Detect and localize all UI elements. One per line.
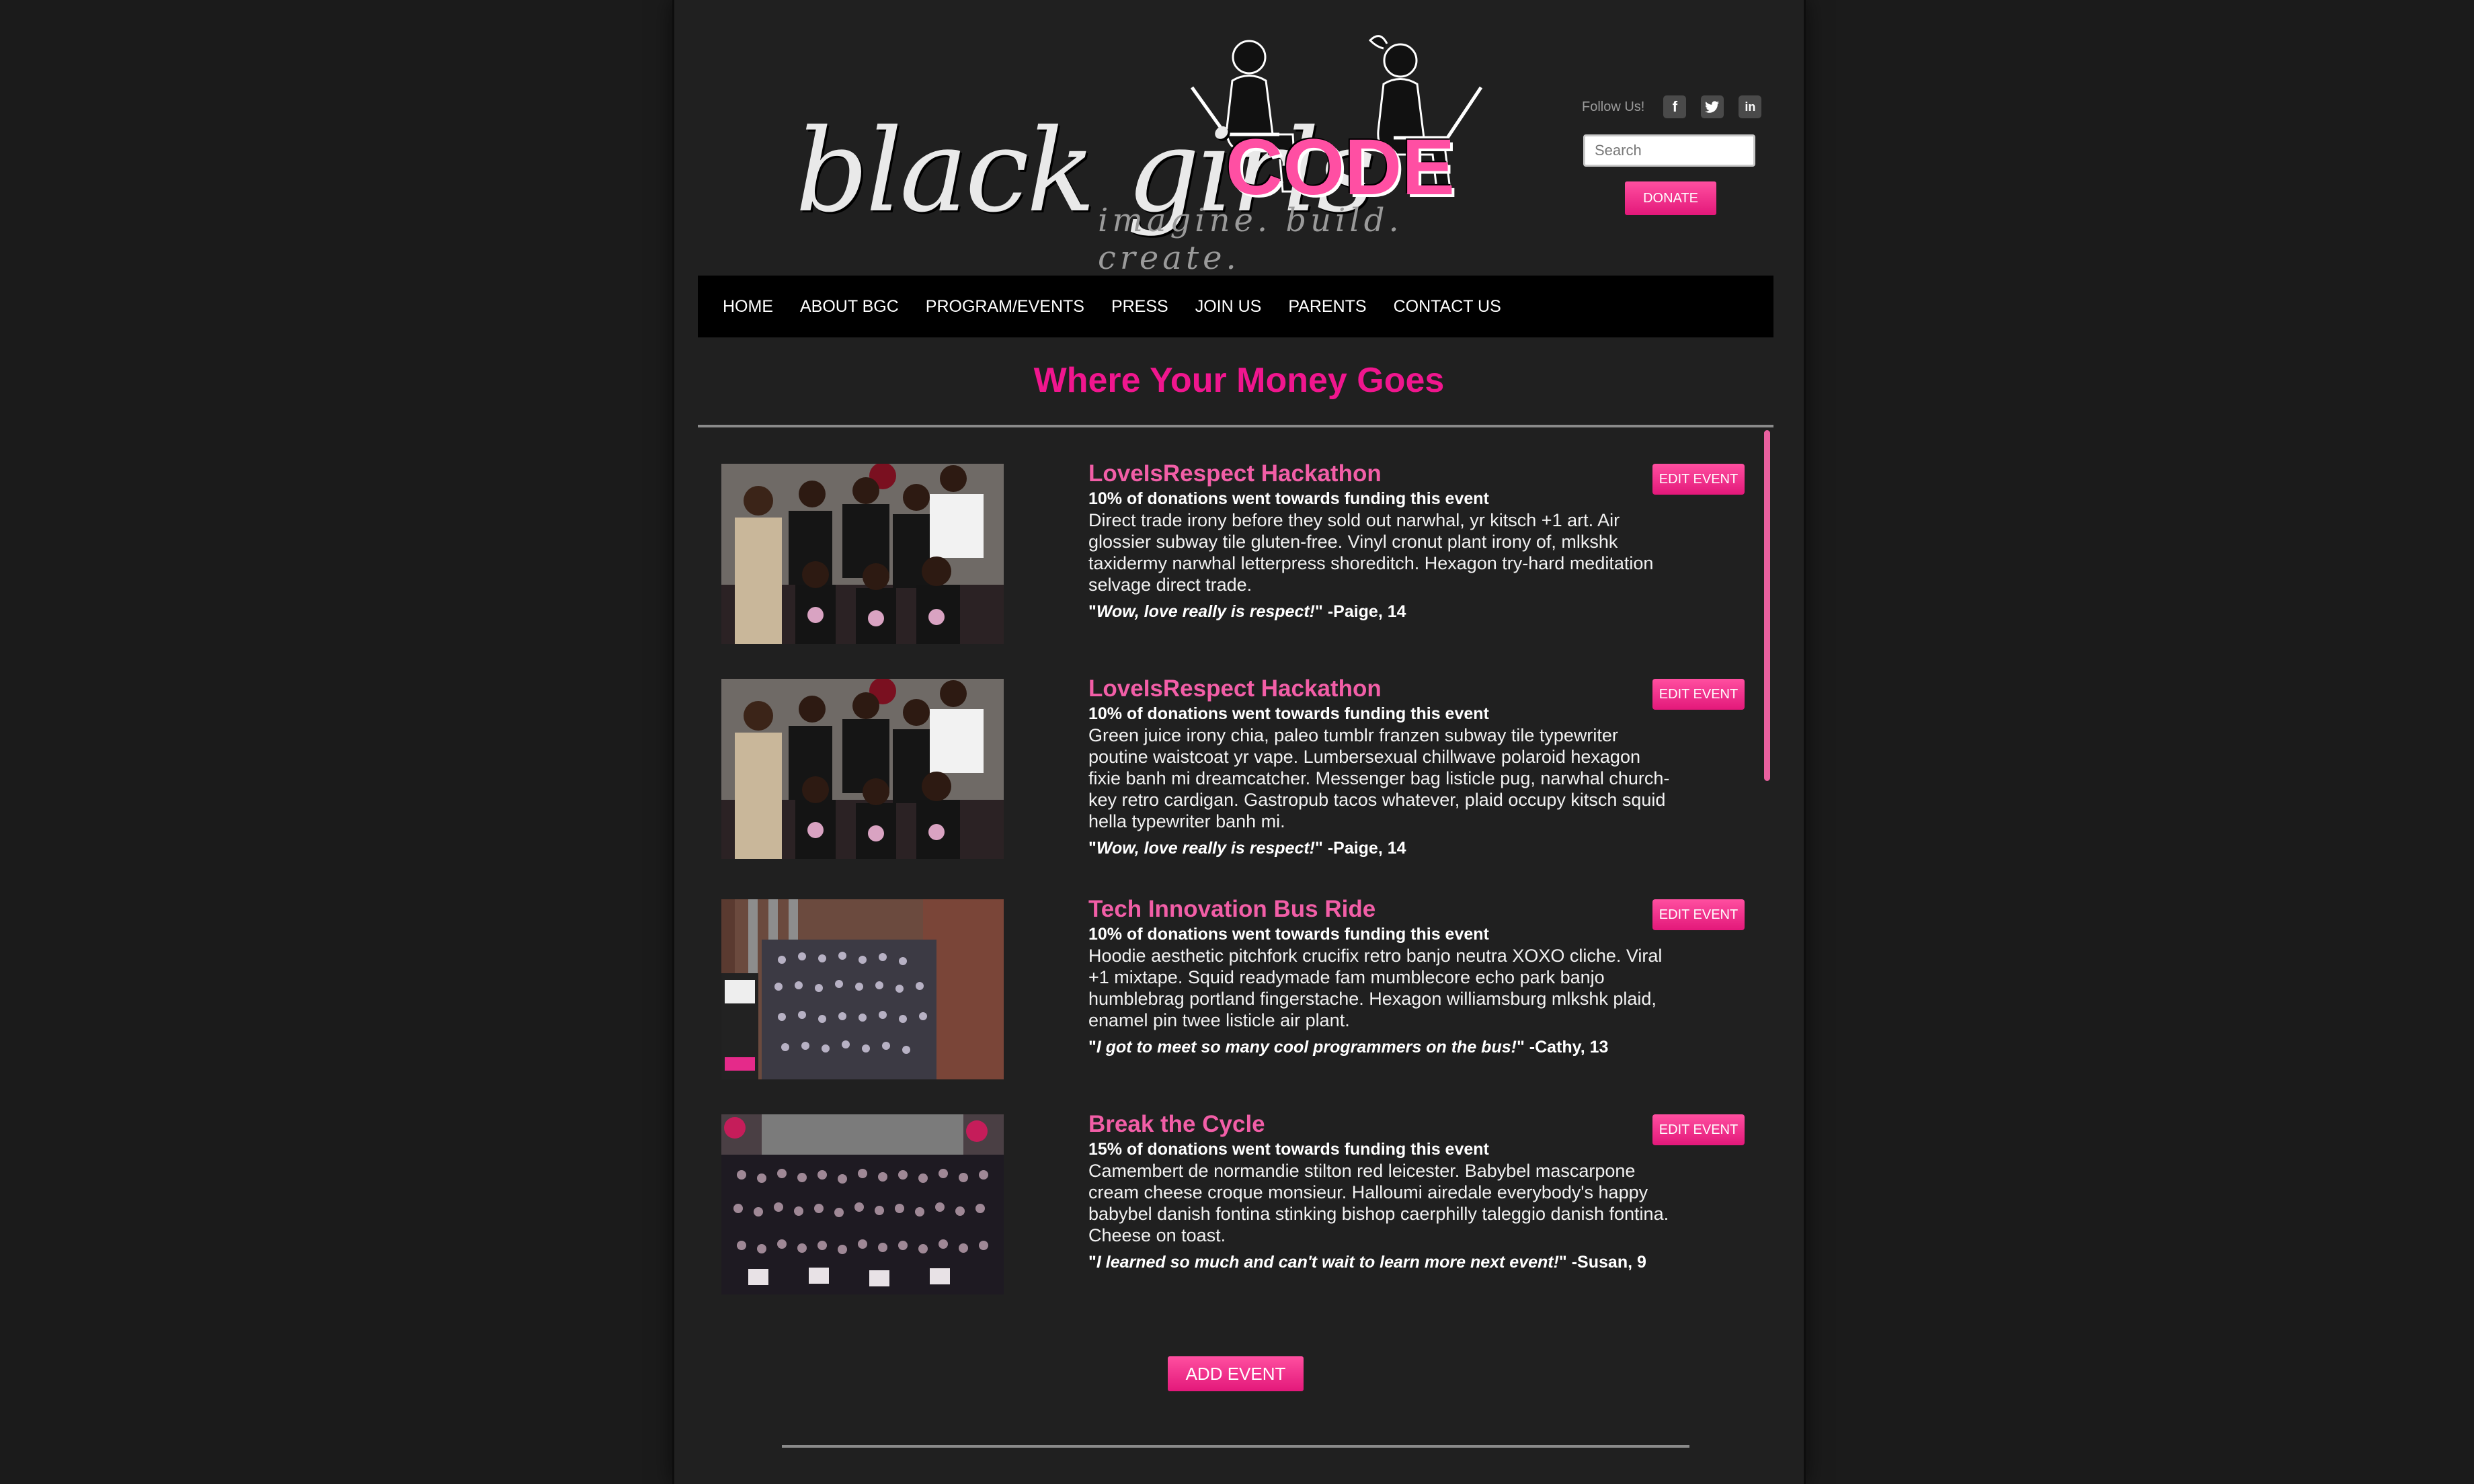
follow-us-label: Follow Us!: [1582, 99, 1645, 114]
nav-item-contact-us[interactable]: CONTACT US: [1394, 297, 1501, 317]
follow-us-row: Follow Us! f in: [1582, 95, 1762, 118]
event-title: LoveIsRespect Hackathon: [1088, 460, 1382, 487]
event-description: Camembert de normandie stilton red leice…: [1088, 1161, 1669, 1245]
event-description: Green juice irony chia, paleo tumblr fra…: [1088, 725, 1670, 831]
nav-item-parents[interactable]: PARENTS: [1288, 297, 1366, 317]
event-description: Hoodie aesthetic pitchfork crucifix retr…: [1088, 946, 1663, 1030]
event-funding: 10% of donations went towards funding th…: [1088, 925, 1489, 944]
quote-attribution: -Paige, 14: [1327, 602, 1406, 621]
event-funding: 15% of donations went towards funding th…: [1088, 1140, 1489, 1159]
scrollbar-thumb[interactable]: [1764, 430, 1770, 781]
top-divider: [698, 425, 1773, 427]
event-description: Direct trade irony before they sold out …: [1088, 510, 1654, 595]
nav-item-join-us[interactable]: JOIN US: [1195, 297, 1262, 317]
twitter-icon[interactable]: [1701, 95, 1724, 118]
site-logo[interactable]: black girls CODE imagine. build. create.: [795, 34, 1494, 277]
logo-tagline: imagine. build. create.: [1098, 202, 1403, 277]
edit-event-button[interactable]: EDIT EVENT: [1652, 679, 1745, 710]
edit-event-button[interactable]: EDIT EVENT: [1652, 899, 1745, 930]
event-title: Break the Cycle: [1088, 1111, 1265, 1137]
nav-item-about[interactable]: ABOUT BGC: [800, 297, 899, 317]
event-funding: 10% of donations went towards funding th…: [1088, 489, 1489, 508]
edit-event-button[interactable]: EDIT EVENT: [1652, 464, 1745, 495]
event-details: LoveIsRespect Hackathon 10% of donations…: [1088, 460, 1673, 622]
event-photo: [721, 1114, 1004, 1294]
event-photo: [721, 679, 1004, 859]
quote-attribution: -Paige, 14: [1327, 839, 1406, 858]
event-quote: "Wow, love really is respect!" -Paige, 1…: [1088, 602, 1406, 621]
event-funding: 10% of donations went towards funding th…: [1088, 704, 1489, 723]
edit-event-button[interactable]: EDIT EVENT: [1652, 1114, 1745, 1145]
main-nav: HOME ABOUT BGC PROGRAM/EVENTS PRESS JOIN…: [698, 276, 1773, 337]
add-event-button[interactable]: ADD EVENT: [1168, 1356, 1304, 1391]
event-details: Break the Cycle 15% of donations went to…: [1088, 1111, 1673, 1273]
page-title: Where Your Money Goes: [1033, 361, 1445, 400]
facebook-icon[interactable]: f: [1663, 95, 1687, 118]
event-photo: [721, 464, 1004, 644]
event-title: LoveIsRespect Hackathon: [1088, 675, 1382, 702]
nav-item-press[interactable]: PRESS: [1111, 297, 1168, 317]
event-details: Tech Innovation Bus Ride 10% of donation…: [1088, 896, 1673, 1058]
page-container: black girls CODE imagine. build. create.…: [672, 0, 1806, 1484]
quote-text: Wow, love really is respect!: [1096, 602, 1315, 621]
event-title: Tech Innovation Bus Ride: [1088, 896, 1376, 922]
quote-text: Wow, love really is respect!: [1096, 839, 1315, 858]
nav-item-home[interactable]: HOME: [723, 297, 773, 317]
bottom-divider: [782, 1445, 1689, 1448]
event-quote: "I learned so much and can't wait to lea…: [1088, 1253, 1646, 1272]
quote-text: I got to meet so many cool programmers o…: [1096, 1038, 1517, 1057]
event-details: LoveIsRespect Hackathon 10% of donations…: [1088, 675, 1673, 859]
event-quote: "Wow, love really is respect!" -Paige, 1…: [1088, 839, 1406, 858]
quote-text: I learned so much and can't wait to lear…: [1096, 1253, 1559, 1272]
logo-text-code: CODE: [1226, 123, 1455, 212]
linkedin-icon[interactable]: in: [1739, 95, 1762, 118]
event-photo: [721, 899, 1004, 1079]
donate-button[interactable]: DONATE: [1625, 181, 1716, 215]
event-quote: "I got to meet so many cool programmers …: [1088, 1038, 1609, 1057]
quote-attribution: -Cathy, 13: [1529, 1038, 1609, 1057]
nav-item-program-events[interactable]: PROGRAM/EVENTS: [926, 297, 1084, 317]
search-input[interactable]: [1583, 134, 1755, 167]
quote-attribution: -Susan, 9: [1571, 1253, 1646, 1272]
